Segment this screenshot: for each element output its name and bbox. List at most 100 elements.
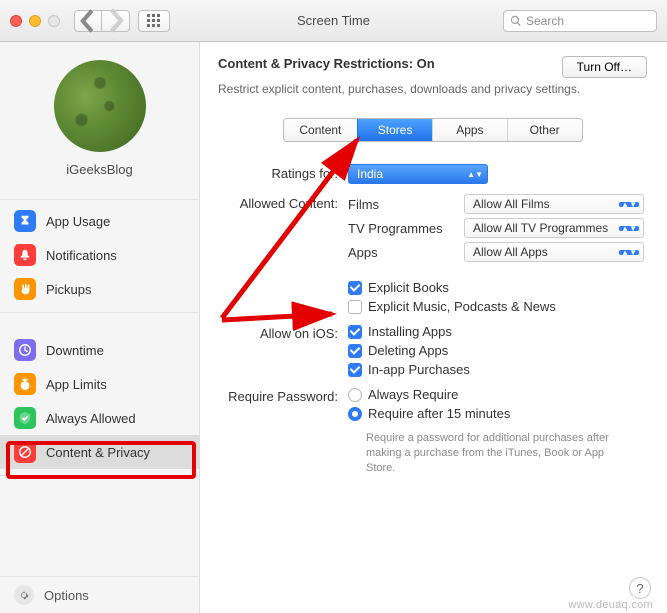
- pw-always-label: Always Require: [368, 387, 458, 402]
- pane-title-prefix: Content & Privacy Restrictions:: [218, 56, 417, 71]
- tab-other[interactable]: Other: [507, 119, 582, 141]
- pw-15min-row[interactable]: Require after 15 minutes: [348, 406, 647, 421]
- detail-pane: Content & Privacy Restrictions: On Turn …: [200, 42, 667, 613]
- sidebar-item-content-privacy[interactable]: Content & Privacy: [0, 435, 199, 469]
- allowed-films-value: Allow All Films: [473, 197, 550, 211]
- chevron-updown-icon: ▲▼: [467, 172, 483, 177]
- show-all-button[interactable]: [138, 10, 170, 32]
- allowed-tv-select[interactable]: Allow All TV Programmes ▲▼: [464, 218, 644, 238]
- avatar: [54, 60, 146, 152]
- options-label: Options: [44, 588, 89, 603]
- explicit-books-row[interactable]: Explicit Books: [348, 280, 647, 295]
- row-allowed-content: Allowed Content: Films Allow All Films ▲…: [218, 194, 647, 314]
- back-button[interactable]: [74, 10, 102, 32]
- timer-icon: [14, 373, 36, 395]
- zoom-icon[interactable]: [48, 15, 60, 27]
- tab-stores[interactable]: Stores: [357, 119, 432, 141]
- pw-hint: Require a password for additional purcha…: [366, 431, 636, 476]
- sidebar-group-usage: App Usage Notifications Pickups: [0, 199, 199, 313]
- sidebar: iGeeksBlog App Usage Notifications Picku…: [0, 42, 200, 613]
- sidebar-item-label: App Limits: [46, 377, 107, 392]
- radio-always-require[interactable]: [348, 388, 362, 402]
- checkbox-installing-apps[interactable]: [348, 325, 362, 339]
- hand-icon: [14, 278, 36, 300]
- checkbox-explicit-music[interactable]: [348, 300, 362, 314]
- check-badge-icon: [14, 407, 36, 429]
- row-allow-ios: Allow on iOS: Installing Apps Deleting A…: [218, 324, 647, 377]
- row-ratings-for: Ratings for: India ▲▼: [218, 164, 647, 184]
- clock-icon: [14, 339, 36, 361]
- checkbox-inapp-purchases[interactable]: [348, 363, 362, 377]
- hourglass-icon: [14, 210, 36, 232]
- allowed-apps-value: Allow All Apps: [473, 245, 548, 259]
- minimize-icon[interactable]: [29, 15, 41, 27]
- explicit-music-label: Explicit Music, Podcasts & News: [368, 299, 556, 314]
- sidebar-item-label: Downtime: [46, 343, 104, 358]
- search-placeholder: Search: [526, 14, 564, 28]
- chevron-updown-icon: ▲▼: [619, 250, 639, 255]
- stores-form: Ratings for: India ▲▼ Allowed Content: F…: [218, 164, 647, 476]
- sidebar-item-label: Notifications: [46, 248, 117, 263]
- titlebar: Screen Time Search: [0, 0, 667, 42]
- ios-deleting-label: Deleting Apps: [368, 343, 448, 358]
- ios-inapp-row[interactable]: In-app Purchases: [348, 362, 647, 377]
- allowed-apps-select[interactable]: Allow All Apps ▲▼: [464, 242, 644, 262]
- pw-15min-label: Require after 15 minutes: [368, 406, 510, 421]
- label-allowed-content: Allowed Content:: [218, 194, 348, 211]
- explicit-books-label: Explicit Books: [368, 280, 449, 295]
- label-allow-ios: Allow on iOS:: [218, 324, 348, 341]
- row-require-password: Require Password: Always Require Require…: [218, 387, 647, 476]
- gear-icon: [14, 585, 34, 605]
- pane-subhead: Restrict explicit content, purchases, do…: [218, 82, 647, 96]
- profile-name: iGeeksBlog: [66, 162, 132, 177]
- sidebar-item-notifications[interactable]: Notifications: [0, 238, 199, 272]
- ios-installing-row[interactable]: Installing Apps: [348, 324, 647, 339]
- checkbox-explicit-books[interactable]: [348, 281, 362, 295]
- chevron-updown-icon: ▲▼: [619, 226, 639, 231]
- pane-title-status: On: [417, 56, 435, 71]
- sidebar-item-pickups[interactable]: Pickups: [0, 272, 199, 306]
- allowed-films-select[interactable]: Allow All Films ▲▼: [464, 194, 644, 214]
- sidebar-item-label: Pickups: [46, 282, 92, 297]
- forward-button[interactable]: [102, 10, 130, 32]
- profile: iGeeksBlog: [0, 42, 199, 191]
- pane-title: Content & Privacy Restrictions: On: [218, 56, 435, 71]
- nav-button-group: [74, 10, 130, 32]
- pane-header: Content & Privacy Restrictions: On Turn …: [218, 56, 647, 78]
- label-require-password: Require Password:: [218, 387, 348, 404]
- sidebar-item-label: App Usage: [46, 214, 110, 229]
- turn-off-button[interactable]: Turn Off…: [562, 56, 647, 78]
- content-area: iGeeksBlog App Usage Notifications Picku…: [0, 42, 667, 613]
- sidebar-item-label: Content & Privacy: [46, 445, 150, 460]
- help-button[interactable]: ?: [629, 577, 651, 599]
- ios-deleting-row[interactable]: Deleting Apps: [348, 343, 647, 358]
- bell-icon: [14, 244, 36, 266]
- sidebar-footer-options[interactable]: Options: [0, 576, 199, 613]
- ratings-country-select[interactable]: India ▲▼: [348, 164, 488, 184]
- sidebar-item-app-usage[interactable]: App Usage: [0, 204, 199, 238]
- tab-apps[interactable]: Apps: [432, 119, 507, 141]
- close-icon[interactable]: [10, 15, 22, 27]
- window-title: Screen Time: [297, 13, 370, 28]
- sidebar-item-app-limits[interactable]: App Limits: [0, 367, 199, 401]
- segmented-control: Content Stores Apps Other: [283, 118, 583, 142]
- sidebar-group-limits: Downtime App Limits Always Allowed Conte…: [0, 329, 199, 476]
- radio-require-15min[interactable]: [348, 407, 362, 421]
- explicit-music-row[interactable]: Explicit Music, Podcasts & News: [348, 299, 647, 314]
- ratings-country-value: India: [357, 167, 383, 181]
- ios-inapp-label: In-app Purchases: [368, 362, 470, 377]
- pw-always-row[interactable]: Always Require: [348, 387, 647, 402]
- sidebar-item-downtime[interactable]: Downtime: [0, 333, 199, 367]
- watermark: www.deuaq.com: [568, 599, 653, 611]
- no-entry-icon: [14, 441, 36, 463]
- label-ratings-for: Ratings for:: [218, 164, 348, 181]
- allowed-films-label: Films: [348, 197, 464, 212]
- checkbox-deleting-apps[interactable]: [348, 344, 362, 358]
- tab-content[interactable]: Content: [284, 119, 358, 141]
- allowed-tv-value: Allow All TV Programmes: [473, 221, 608, 235]
- search-icon: [510, 15, 522, 27]
- search-input[interactable]: Search: [503, 10, 657, 32]
- sidebar-item-always-allowed[interactable]: Always Allowed: [0, 401, 199, 435]
- allowed-tv-label: TV Programmes: [348, 221, 464, 236]
- chevron-updown-icon: ▲▼: [619, 202, 639, 207]
